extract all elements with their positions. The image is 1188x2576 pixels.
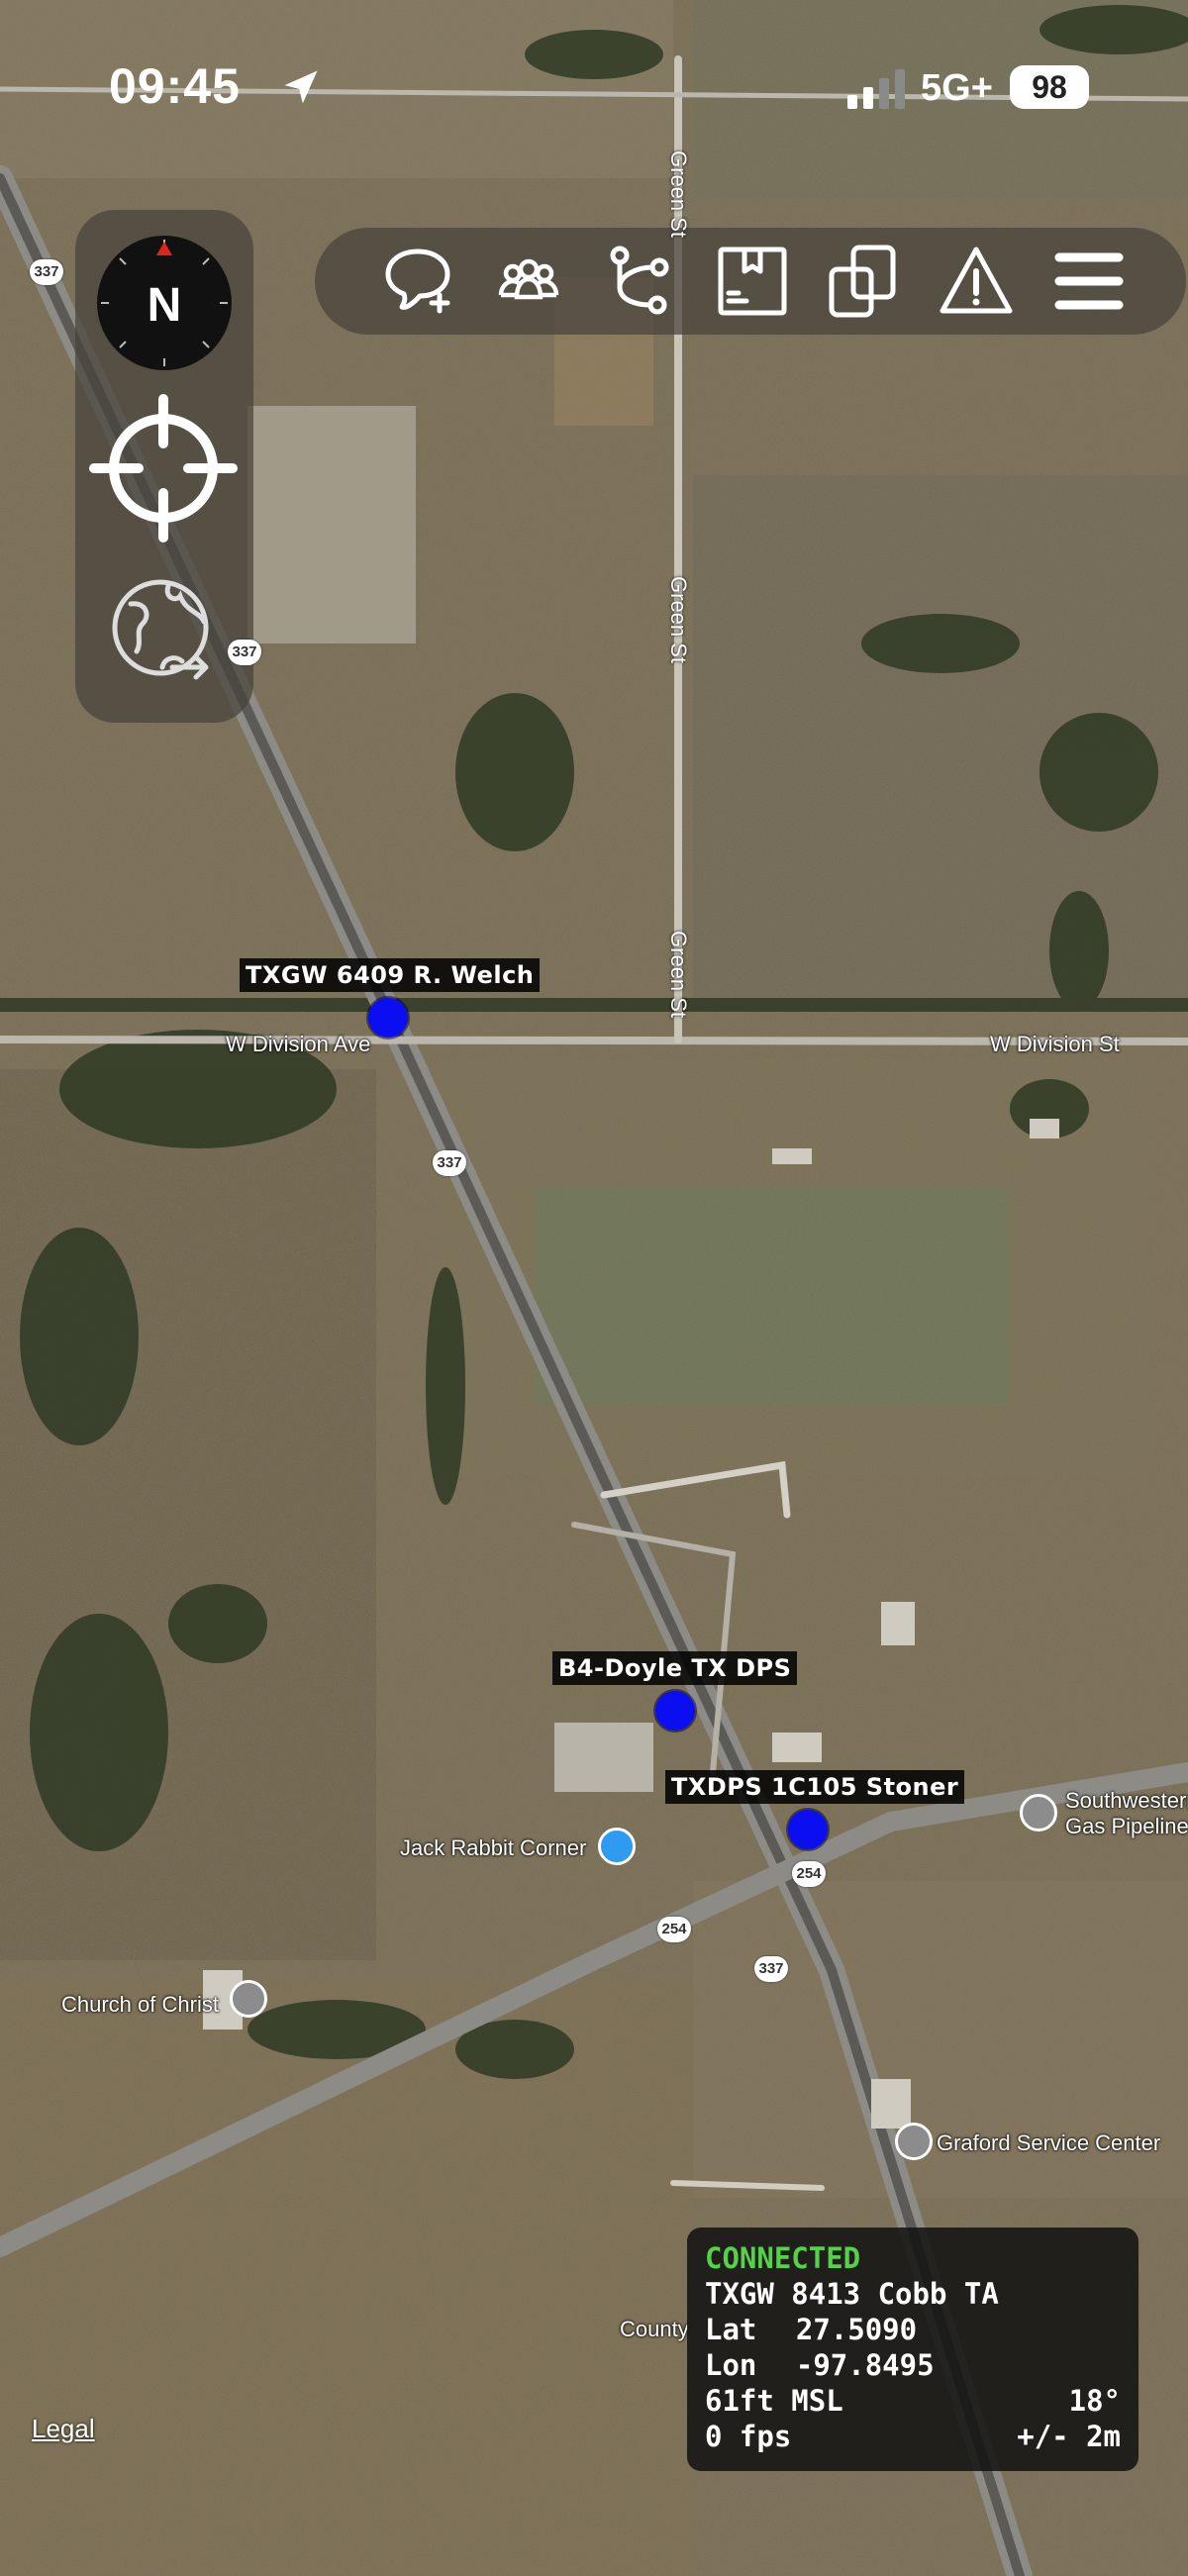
- unit-marker[interactable]: [655, 1691, 695, 1731]
- accuracy-value: +/- 2m: [1017, 2420, 1121, 2453]
- route-shield: 337: [754, 1956, 788, 1982]
- connection-status: CONNECTED: [705, 2241, 861, 2275]
- marker-label[interactable]: B4-Doyle TX DPS: [552, 1651, 798, 1685]
- latitude-value: 27.5090: [795, 2313, 918, 2346]
- poi-label-county[interactable]: County: [620, 2317, 689, 2342]
- position-info-panel: CONNECTED TXGW 8413 Cobb TA Lat 27.5090 …: [687, 2228, 1138, 2471]
- longitude-row: Lon -97.8495: [705, 2348, 1121, 2384]
- route-icon[interactable]: [600, 242, 679, 321]
- latitude-row: Lat 27.5090: [705, 2313, 1121, 2348]
- compass-north-label: N: [148, 279, 182, 332]
- menu-icon[interactable]: [1049, 242, 1129, 321]
- network-type: 5G+: [921, 67, 993, 109]
- speed-accuracy-row: 0 fps +/- 2m: [705, 2420, 1121, 2455]
- speed-value: 0 fps: [705, 2420, 792, 2453]
- unit-marker[interactable]: [368, 998, 408, 1038]
- route-shield: 337: [433, 1150, 466, 1176]
- street-label-green-st: Green St: [666, 931, 691, 1019]
- street-label-w-division-ave: W Division Ave: [226, 1032, 371, 1056]
- poi-label-graford-service-center[interactable]: Graford Service Center: [937, 2130, 1160, 2156]
- longitude-label: Lon: [705, 2348, 757, 2382]
- street-label-w-division-st: W Division St: [990, 1032, 1120, 1056]
- group-icon[interactable]: [489, 242, 568, 321]
- marker-label[interactable]: TXDPS 1C105 Stoner: [665, 1770, 965, 1804]
- street-label-green-st: Green St: [666, 576, 691, 664]
- location-pin-icon[interactable]: [1020, 1794, 1057, 1832]
- poi-label-gas-pipeline[interactable]: Gas Pipeline: [1065, 1814, 1188, 1839]
- clock: 09:45: [109, 58, 241, 114]
- status-bar: 09:45 5G+ 98: [0, 0, 1188, 178]
- marker-label[interactable]: TXGW 6409 R. Welch: [240, 958, 541, 992]
- route-shield: 337: [30, 259, 63, 285]
- layers-icon[interactable]: [824, 242, 903, 321]
- recenter-crosshair-icon[interactable]: [89, 394, 238, 543]
- route-shield: 337: [228, 640, 261, 665]
- poi-label-southwestern[interactable]: Southwestern: [1065, 1788, 1188, 1814]
- altitude-heading-row: 61ft MSL 18°: [705, 2384, 1121, 2420]
- warning-icon[interactable]: [937, 242, 1016, 321]
- street-label-green-st: Green St: [666, 150, 691, 239]
- gas-station-pin-icon[interactable]: [598, 1828, 636, 1865]
- route-shield: 254: [657, 1917, 691, 1942]
- route-shield: 254: [792, 1861, 826, 1887]
- add-chat-icon[interactable]: [378, 242, 457, 321]
- church-pin-icon[interactable]: [230, 1980, 267, 2018]
- package-icon[interactable]: [713, 242, 792, 321]
- altitude-value: 61ft MSL: [705, 2384, 843, 2418]
- location-pin-icon[interactable]: [895, 2123, 933, 2160]
- location-arrow-icon: [284, 70, 318, 104]
- unit-marker[interactable]: [788, 1810, 828, 1849]
- map-type-globe-icon[interactable]: [107, 572, 222, 687]
- heading-value: 18°: [1068, 2384, 1121, 2418]
- cellular-signal-icon: [847, 69, 905, 109]
- poi-label-jack-rabbit-corner[interactable]: Jack Rabbit Corner: [400, 1835, 586, 1861]
- latitude-label: Lat: [705, 2313, 757, 2346]
- compass-icon[interactable]: N: [95, 234, 234, 372]
- battery-level: 98: [1010, 65, 1089, 109]
- poi-label-church-of-christ[interactable]: Church of Christ: [61, 1992, 219, 2018]
- longitude-value: -97.8495: [795, 2348, 935, 2382]
- legal-link[interactable]: Legal: [32, 2414, 95, 2444]
- unit-name: TXGW 8413 Cobb TA: [705, 2277, 999, 2311]
